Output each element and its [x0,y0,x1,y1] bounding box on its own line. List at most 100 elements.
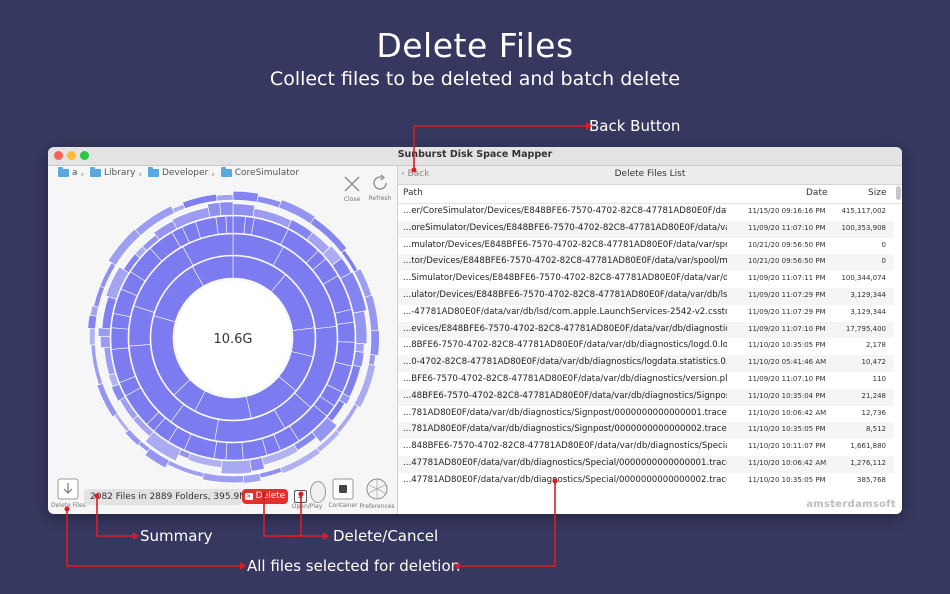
breadcrumb-item-a[interactable]: a [58,167,78,178]
sunburst-segment[interactable] [225,215,234,234]
size-cell: 3,129,344 [850,307,886,316]
sunburst-segment[interactable] [124,428,142,446]
date-cell: 11/09/20 11:07:29 PM [748,307,826,316]
path-cell: ...8BFE6-7570-4702-82C8-47781AD80E0F/dat… [403,340,727,351]
sunburst-segment[interactable] [88,328,96,346]
date-cell: 11/15/20 09:16:16 PM [748,207,826,215]
sunburst-segment[interactable] [89,305,99,317]
sunburst-segment[interactable] [334,341,356,367]
bottom-toolbar: Delete Files 2082 Files in 2889 Folders,… [48,477,397,514]
path-cell: ...Simulator/Devices/E848BFE6-7570-4702-… [403,273,727,284]
date-cell: 11/09/20 11:07:10 PM [748,324,826,333]
date-cell: 11/09/20 11:07:29 PM [748,290,826,299]
size-cell: 415,117,002 [841,207,886,215]
sunburst-chart[interactable]: 10.6G [83,188,383,488]
hero-title: Delete Files [376,26,574,65]
sunburst-segment[interactable] [128,305,155,347]
size-cell: 385,768 [857,475,886,484]
column-header-date[interactable]: Date [806,188,828,198]
table-row[interactable]: ...tor/Devices/E848BFE6-7570-4702-82C8-4… [398,254,894,272]
sunburst-segment[interactable] [110,327,129,350]
breadcrumb-item-coresimulator[interactable]: CoreSimulator [220,167,299,178]
table-row[interactable]: ...8BFE6-7570-4702-82C8-47781AD80E0F/dat… [398,338,894,355]
breadcrumb-item-developer[interactable]: Developer [147,167,208,178]
folder-icon [58,167,69,177]
path-cell: ...781AD80E0F/data/var/db/diagnostics/Si… [403,424,727,435]
container-icon [332,478,354,500]
sunburst-segment[interactable] [172,203,186,214]
table-row[interactable]: ...781AD80E0F/data/var/db/diagnostics/Si… [398,406,894,423]
table-row[interactable]: ...er/CoreSimulator/Devices/E848BFE6-757… [398,204,894,221]
path-cell: ...47781AD80E0F/data/var/db/diagnostics/… [403,474,727,485]
sunburst-segment[interactable] [113,413,130,433]
list-title: Delete Files List [614,169,686,179]
container-tool-button[interactable]: Container [328,478,358,509]
table-row[interactable]: ...848BFE6-7570-4702-82C8-47781AD80E0F/d… [398,439,894,456]
sunburst-segment[interactable] [241,438,268,460]
delete-files-tool-button[interactable]: Delete Files [51,478,86,509]
path-cell: ...mulator/Devices/E848BFE6-7570-4702-82… [403,239,727,250]
table-row[interactable]: ...ulator/Devices/E848BFE6-7570-4702-82C… [398,287,894,305]
breadcrumb-item-library[interactable]: Library [90,167,135,178]
sunburst-segment[interactable] [220,459,252,475]
path-cell: ...0-4702-82C8-47781AD80E0F/data/var/db/… [403,357,727,368]
sunburst-segment[interactable] [353,310,368,345]
table-row[interactable]: ...47781AD80E0F/data/var/db/diagnostics/… [398,473,894,490]
callout-all-files: All files selected for deletion [247,557,461,575]
list-header: ‹ Back Delete Files List [398,166,902,185]
sunburst-segment[interactable] [225,442,244,461]
date-cell: 10/21/20 09:56:50 PM [748,257,826,266]
path-cell: ...ulator/Devices/E848BFE6-7570-4702-82C… [403,289,727,300]
sunburst-segment[interactable] [249,457,265,472]
window-title: Sunburst Disk Space Mapper [397,149,553,160]
column-header-path[interactable]: Path [403,188,423,198]
table-row[interactable]: ...-47781AD80E0F/data/var/db/lsd/com.app… [398,305,894,322]
sunburst-segment[interactable] [93,285,105,308]
sunburst-segment[interactable] [336,321,356,343]
date-cell: 11/10/20 10:35:04 PM [748,391,826,400]
table-row[interactable]: ...evices/E848BFE6-7570-4702-82C8-47781A… [398,321,894,339]
table-row[interactable]: ...mulator/Devices/E848BFE6-7570-4702-82… [398,238,894,255]
sunburst-segment[interactable] [90,344,104,386]
folder-icon [220,167,232,177]
sunburst-segment[interactable] [207,202,222,218]
sunburst-segment[interactable] [352,351,365,368]
sunburst-segment[interactable] [232,203,256,217]
sunburst-segment[interactable] [232,190,259,203]
sunburst-segment[interactable] [368,354,376,366]
open-play-tool-button[interactable]: Open/Play [290,481,326,510]
table-row[interactable]: ...0-4702-82C8-47781AD80E0F/data/var/db/… [398,355,894,372]
size-cell: 17,795,400 [845,324,886,333]
table-row[interactable]: ...47781AD80E0F/data/var/db/diagnostics/… [398,455,894,473]
table-row[interactable]: ...48BFE6-7570-4702-82C8-47781AD80E0F/da… [398,388,894,406]
preferences-tool-button[interactable]: Preferences [359,477,395,510]
scrollbar[interactable] [896,186,901,200]
sunburst-segment[interactable] [97,327,111,337]
sunburst-segment[interactable] [354,343,365,353]
column-headers: Path Date Size [398,185,902,204]
column-header-size[interactable]: Size [868,188,886,198]
summary-text: 2082 Files in 2889 Folders, 395.9M [84,489,247,505]
delete-files-list-pane: ‹ Back Delete Files List Path Date Size … [398,166,902,514]
table-row[interactable]: ...781AD80E0F/data/var/db/diagnostics/Si… [398,422,894,440]
sunburst-segment[interactable] [364,294,379,332]
path-cell: ...tor/Devices/E848BFE6-7570-4702-82C8-4… [403,256,727,267]
sunburst-segment[interactable] [256,195,282,209]
sunburst-segment[interactable] [100,335,111,349]
total-size-label: 10.6G [213,332,252,347]
table-row[interactable]: ...Simulator/Devices/E848BFE6-7570-4702-… [398,271,894,288]
table-row[interactable]: ...BFE6-7570-4702-82C8-47781AD80E0F/data… [398,372,894,389]
size-cell: 12,736 [861,408,887,417]
sunburst-segment[interactable] [369,330,380,356]
delete-x-icon: ✕ [244,493,253,500]
sunburst-segment[interactable] [216,194,234,202]
table-row[interactable]: ...oreSimulator/Devices/E848BFE6-7570-47… [398,220,894,238]
sunburst-segment[interactable] [219,201,234,216]
delete-button[interactable]: ✕ Delete [242,489,288,504]
date-cell: 11/10/20 10:06:42 AM [748,408,827,417]
size-cell: 21,248 [861,391,887,400]
sunburst-segment[interactable] [87,314,98,330]
brand-logo: amsterdamsoft [806,499,896,510]
title-bar: Sunburst Disk Space Mapper [48,147,902,166]
sunburst-segment[interactable] [232,215,247,234]
